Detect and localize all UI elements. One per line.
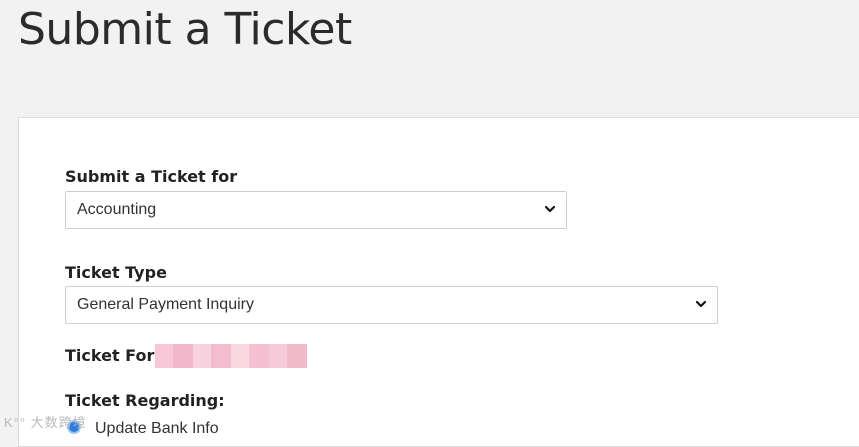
watermark: K°° 大数跨境 (4, 415, 87, 430)
submit-for-select[interactable]: Accounting (65, 191, 567, 229)
ticket-type-select[interactable]: General Payment Inquiry (65, 286, 718, 324)
update-bank-info-label[interactable]: Update Bank Info (95, 420, 219, 438)
ticket-for-label: Ticket For (65, 346, 155, 365)
page-title: Submit a Ticket (18, 4, 352, 55)
ticket-for-redacted-value (155, 344, 307, 368)
submit-for-label: Submit a Ticket for (65, 167, 238, 186)
ticket-type-label: Ticket Type (65, 263, 167, 282)
chevron-down-icon (695, 300, 707, 308)
submit-for-select-value: Accounting (77, 201, 157, 218)
ticket-regarding-label: Ticket Regarding: (65, 391, 225, 410)
chevron-down-icon (544, 205, 556, 213)
ticket-type-select-value: General Payment Inquiry (77, 296, 254, 313)
